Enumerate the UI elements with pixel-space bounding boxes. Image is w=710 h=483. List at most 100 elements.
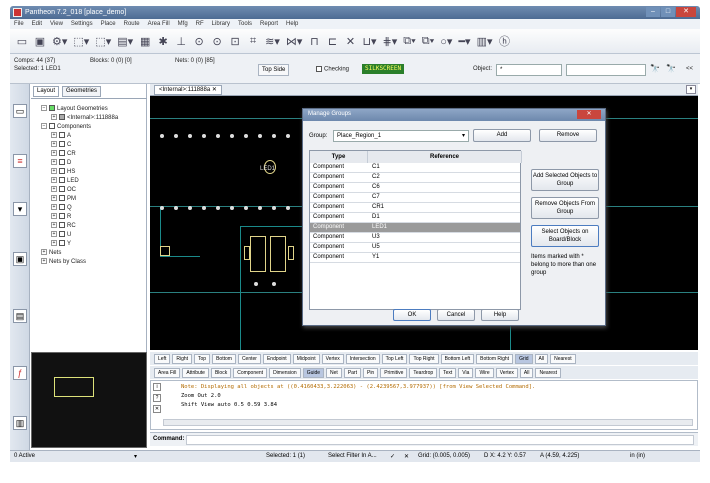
collapse-icon[interactable]: <<: [686, 66, 693, 72]
library-icon[interactable]: ▾: [13, 202, 27, 216]
filter-pin[interactable]: Pin: [362, 367, 379, 378]
check-icon[interactable]: ✓: [390, 453, 395, 460]
snap-nearest[interactable]: Nearest: [550, 353, 576, 364]
snap-bottom-left[interactable]: Bottom Left: [440, 353, 475, 364]
console-scrollbar[interactable]: [163, 419, 693, 426]
filter-via[interactable]: Via: [458, 367, 474, 378]
settings-icon[interactable]: ⚙▾: [52, 35, 67, 48]
component-cr1[interactable]: [160, 246, 170, 256]
place-icon[interactable]: ⬚▾: [73, 35, 89, 48]
remove-objects-button[interactable]: Remove Objects From Group: [531, 197, 599, 219]
checking-toggle[interactable]: Checking: [316, 66, 349, 73]
zoom-out-icon[interactable]: ⊙: [211, 35, 223, 48]
menu-edit[interactable]: Edit: [32, 21, 42, 27]
route-icon[interactable]: ≋▾: [265, 35, 280, 48]
fx-icon[interactable]: ƒ: [13, 366, 27, 380]
command-input[interactable]: [186, 435, 694, 445]
open-icon[interactable]: ▭: [16, 35, 28, 48]
snap-center[interactable]: Center: [237, 353, 261, 364]
find-icon[interactable]: 🔭: [650, 64, 660, 73]
tree-nets[interactable]: + Nets: [41, 249, 61, 257]
menu-report[interactable]: Report: [260, 21, 278, 27]
minimap[interactable]: [31, 352, 147, 448]
snap-top[interactable]: Top: [194, 353, 211, 364]
filter-component[interactable]: Component: [233, 367, 268, 378]
component-c2[interactable]: [288, 246, 294, 260]
anchor-icon[interactable]: ⊥: [175, 35, 187, 48]
table-row[interactable]: Component C1: [310, 163, 520, 173]
snap-top-left[interactable]: Top Left: [381, 353, 408, 364]
maximize-button[interactable]: □: [661, 7, 675, 17]
wire-icon[interactable]: ⊔▾: [362, 35, 376, 48]
fill-icon[interactable]: ▥▾: [477, 35, 493, 48]
tree-nets-by-class[interactable]: + Nets by Class: [41, 258, 86, 266]
snap-intersection[interactable]: Intersection: [345, 353, 380, 364]
snap-bottom[interactable]: Bottom: [212, 353, 236, 364]
snap-grid[interactable]: Grid: [515, 353, 533, 364]
copy3-icon[interactable]: ⧉▾: [422, 35, 434, 48]
add-group-button[interactable]: Add: [473, 129, 531, 142]
tab-layout[interactable]: Layout: [33, 86, 60, 97]
tab-geometries[interactable]: Geometries: [62, 86, 102, 97]
cancel-button[interactable]: Cancel: [437, 309, 475, 321]
filter-all[interactable]: All: [519, 367, 534, 378]
copy2-icon[interactable]: ⧉▾: [403, 35, 415, 48]
menu-library[interactable]: Library: [212, 21, 230, 27]
tree-item-y[interactable]: + Y: [51, 240, 71, 248]
table-row[interactable]: Component C6: [310, 183, 520, 193]
tree-internal[interactable]: + <Internal>:111888a: [51, 114, 118, 122]
table-row[interactable]: Component C7: [310, 193, 520, 203]
tree-item-d[interactable]: + D: [51, 159, 71, 167]
component-u5[interactable]: [270, 236, 286, 272]
filter-wire[interactable]: Wire: [475, 367, 494, 378]
console-help-icon[interactable]: ?: [153, 394, 161, 402]
help-icon[interactable]: ⓗ: [499, 33, 511, 49]
filter-area-fill[interactable]: Area Fill: [154, 367, 181, 378]
table-row[interactable]: Component C2: [310, 173, 520, 183]
menu-rf[interactable]: RF: [196, 21, 204, 27]
select-icon[interactable]: ⌗: [247, 35, 259, 48]
flag-icon[interactable]: ⊓: [308, 35, 320, 48]
layer-icon[interactable]: ▤▾: [117, 35, 133, 48]
menu-help[interactable]: Help: [286, 21, 298, 27]
snap-midpoint[interactable]: Midpoint: [292, 353, 320, 364]
select-filter[interactable]: Select Filter In A...: [328, 453, 377, 459]
menu-view[interactable]: View: [50, 21, 63, 27]
zoom-fit-icon[interactable]: ⊡: [229, 35, 241, 48]
snap-bottom-right[interactable]: Bottom Right: [476, 353, 514, 364]
help-button[interactable]: Help: [481, 309, 519, 321]
save-icon[interactable]: ▣: [34, 35, 46, 48]
line-icon[interactable]: ━▾: [458, 35, 470, 48]
filter-net[interactable]: Net: [326, 367, 342, 378]
schematic-icon[interactable]: ≡: [13, 154, 27, 168]
reports-icon[interactable]: ▤: [13, 309, 27, 323]
layer-indicator[interactable]: SILKSCREEN: [362, 64, 405, 74]
col-type-header[interactable]: Type: [310, 151, 368, 163]
table-row[interactable]: Component U5: [310, 243, 520, 253]
ok-button[interactable]: OK: [393, 309, 431, 321]
select-objects-button[interactable]: Select Objects on Board/Block: [531, 225, 599, 247]
tree-item-rc[interactable]: + RC: [51, 222, 76, 230]
minimap-viewport[interactable]: [54, 377, 94, 397]
filter-dimension[interactable]: Dimension: [269, 367, 301, 378]
filter-teardrop[interactable]: Teardrop: [409, 367, 438, 378]
tab-menu-icon[interactable]: ▾: [686, 85, 696, 94]
tree-item-oc[interactable]: + OC: [51, 186, 76, 194]
table-row[interactable]: Component LED1: [310, 223, 520, 233]
net-icon[interactable]: ⋈▾: [286, 35, 303, 48]
tree-item-a[interactable]: + A: [51, 132, 71, 140]
tree-item-hs[interactable]: + HS: [51, 168, 75, 176]
zoom-in-icon[interactable]: ⊙: [193, 35, 205, 48]
minimize-button[interactable]: –: [646, 7, 660, 17]
menu-route[interactable]: Route: [124, 21, 140, 27]
dialog-close-button[interactable]: ✕: [577, 110, 601, 119]
menu-mfg[interactable]: Mfg: [178, 21, 188, 27]
table-row[interactable]: Component U3: [310, 233, 520, 243]
snap-endpoint[interactable]: Endpoint: [262, 353, 291, 364]
side-selector[interactable]: Top Side: [258, 64, 290, 76]
filter-nearest[interactable]: Nearest: [535, 367, 561, 378]
filter-block[interactable]: Block: [210, 367, 232, 378]
tree-item-pm[interactable]: + PM: [51, 195, 76, 203]
menu-place[interactable]: Place: [101, 21, 116, 27]
add-selected-objects-button[interactable]: Add Selected Objects to Group: [531, 169, 599, 191]
